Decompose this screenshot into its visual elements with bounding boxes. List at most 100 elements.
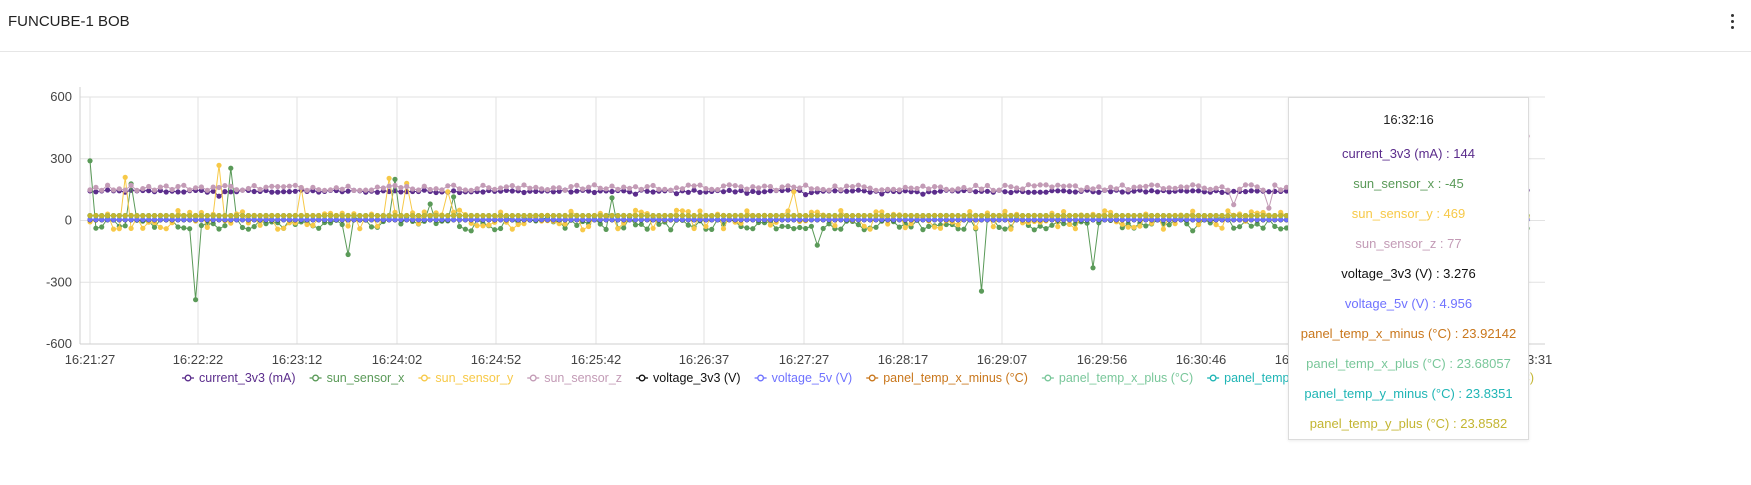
data-point[interactable] (492, 213, 498, 219)
data-point[interactable] (896, 213, 903, 219)
data-point[interactable] (761, 189, 768, 195)
data-point[interactable] (1260, 225, 1266, 231)
data-point[interactable] (1207, 186, 1213, 192)
data-point[interactable] (1055, 224, 1061, 230)
data-point[interactable] (128, 212, 134, 219)
data-point[interactable] (316, 212, 322, 219)
data-point[interactable] (973, 182, 979, 188)
data-point[interactable] (673, 185, 680, 191)
data-point[interactable] (855, 222, 862, 228)
data-point[interactable] (462, 213, 468, 219)
data-point[interactable] (1043, 213, 1049, 219)
data-point[interactable] (486, 222, 492, 228)
data-point[interactable] (187, 226, 193, 232)
data-point[interactable] (756, 189, 762, 196)
data-point[interactable] (93, 212, 99, 219)
data-point[interactable] (157, 184, 163, 190)
data-point[interactable] (697, 208, 703, 214)
data-point[interactable] (216, 193, 222, 199)
data-point[interactable] (709, 226, 715, 232)
legend-item[interactable]: voltage_3v3 (V) (636, 371, 741, 385)
data-point[interactable] (855, 212, 862, 219)
data-point[interactable] (803, 182, 809, 188)
data-point[interactable] (222, 223, 228, 229)
data-point[interactable] (527, 213, 533, 219)
data-point[interactable] (468, 213, 474, 219)
data-point[interactable] (779, 223, 785, 229)
data-point[interactable] (621, 212, 627, 219)
data-point[interactable] (515, 185, 521, 191)
data-point[interactable] (1020, 213, 1026, 219)
data-point[interactable] (1143, 183, 1149, 189)
data-point[interactable] (1072, 189, 1078, 195)
data-point[interactable] (943, 186, 949, 192)
data-point[interactable] (433, 213, 439, 219)
data-point[interactable] (151, 224, 158, 230)
data-point[interactable] (146, 183, 152, 190)
data-point[interactable] (1178, 184, 1184, 190)
data-point[interactable] (245, 213, 251, 219)
data-point[interactable] (902, 225, 908, 231)
data-point[interactable] (427, 201, 433, 207)
data-point[interactable] (632, 213, 639, 219)
data-point[interactable] (914, 213, 920, 219)
data-point[interactable] (1002, 213, 1008, 219)
data-point[interactable] (1154, 189, 1161, 195)
data-point[interactable] (128, 187, 134, 193)
data-point[interactable] (832, 213, 838, 219)
data-point[interactable] (580, 186, 586, 192)
data-point[interactable] (527, 185, 533, 191)
data-point[interactable] (462, 187, 468, 193)
data-point[interactable] (644, 226, 650, 232)
data-point[interactable] (128, 225, 134, 231)
data-point[interactable] (228, 183, 234, 189)
data-point[interactable] (110, 226, 117, 232)
data-point[interactable] (955, 186, 961, 192)
data-point[interactable] (1272, 182, 1278, 188)
data-point[interactable] (732, 213, 738, 219)
data-point[interactable] (650, 225, 656, 231)
data-point[interactable] (820, 212, 826, 219)
data-point[interactable] (756, 185, 762, 191)
data-point[interactable] (1207, 212, 1213, 219)
data-point[interactable] (1002, 189, 1008, 195)
data-point[interactable] (1237, 212, 1243, 219)
data-point[interactable] (122, 213, 128, 219)
data-point[interactable] (292, 213, 298, 219)
data-point[interactable] (339, 213, 345, 219)
data-point[interactable] (574, 182, 580, 188)
data-point[interactable] (996, 212, 1002, 219)
data-point[interactable] (1031, 183, 1037, 189)
data-point[interactable] (239, 187, 246, 193)
data-point[interactable] (726, 187, 732, 193)
data-point[interactable] (257, 186, 263, 192)
data-point[interactable] (498, 213, 504, 219)
data-point[interactable] (480, 182, 486, 188)
data-point[interactable] (685, 182, 691, 188)
data-point[interactable] (1014, 212, 1020, 219)
data-point[interactable] (1272, 213, 1278, 219)
data-point[interactable] (597, 213, 603, 219)
data-point[interactable] (1272, 223, 1278, 229)
data-point[interactable] (1278, 212, 1284, 219)
data-point[interactable] (609, 212, 615, 219)
data-point[interactable] (105, 182, 111, 188)
data-point[interactable] (720, 212, 727, 219)
data-point[interactable] (1178, 212, 1184, 219)
data-point[interactable] (990, 187, 996, 193)
data-point[interactable] (978, 288, 985, 294)
data-point[interactable] (879, 187, 885, 193)
data-point[interactable] (116, 186, 122, 192)
data-point[interactable] (1066, 189, 1073, 195)
data-point[interactable] (779, 212, 785, 219)
data-point[interactable] (926, 186, 932, 192)
data-point[interactable] (797, 224, 803, 231)
data-point[interactable] (644, 213, 650, 219)
data-point[interactable] (697, 189, 703, 195)
data-point[interactable] (1184, 213, 1190, 219)
data-point[interactable] (861, 213, 867, 219)
data-point[interactable] (351, 212, 357, 219)
data-point[interactable] (140, 213, 146, 219)
data-point[interactable] (1231, 188, 1237, 194)
data-point[interactable] (286, 189, 292, 195)
